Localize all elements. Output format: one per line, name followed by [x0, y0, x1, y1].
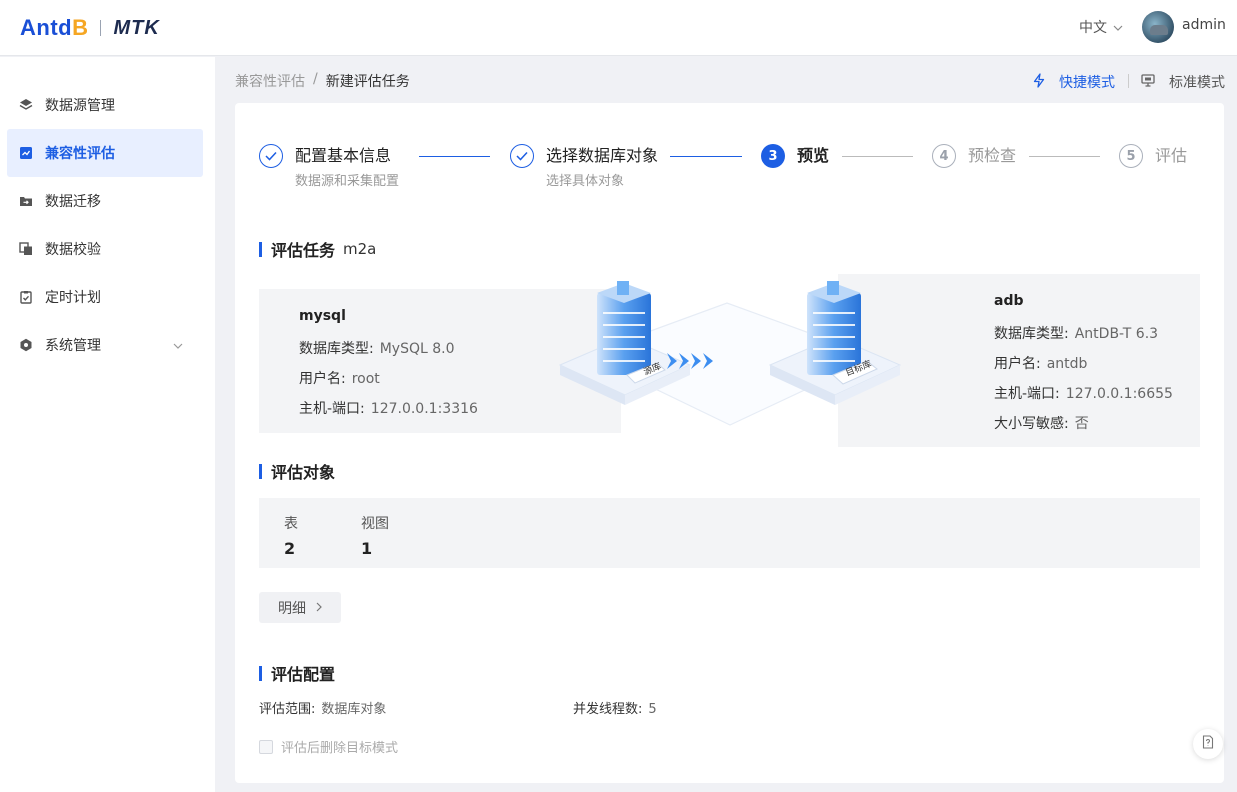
language-label: 中文 [1079, 20, 1107, 36]
quick-mode-button[interactable]: 快捷模式 [1033, 72, 1115, 92]
document-icon [1202, 735, 1214, 753]
sidebar-item-schedule[interactable]: 定时计划 [7, 273, 203, 321]
drop-target-schema-checkbox[interactable]: 评估后删除目标模式 [259, 737, 398, 756]
section-marker [259, 665, 262, 681]
step-number: 5 [1119, 144, 1143, 168]
layers-icon [19, 98, 33, 112]
step-connector [842, 156, 913, 157]
monitor-icon [1141, 73, 1155, 91]
standard-mode-button[interactable]: 标准模式 [1141, 72, 1225, 92]
sidebar-item-migration[interactable]: 数据迁移 [7, 177, 203, 225]
mtk-logo: MTK [113, 16, 160, 39]
sidebar-item-system[interactable]: 系统管理 [7, 321, 203, 369]
view-count-value: 1 [361, 539, 373, 558]
task-name: m2a [343, 240, 377, 258]
breadcrumb-separator: / [313, 71, 318, 87]
sidebar-item-label: 数据校验 [45, 242, 101, 258]
view-count-label: 视图 [361, 516, 389, 532]
step-3: 3 预览 [761, 144, 829, 168]
sidebar-item-datasource[interactable]: 数据源管理 [7, 81, 203, 129]
task-section-heading: 评估任务 m2a [259, 237, 376, 261]
step-title: 选择数据库对象 [546, 146, 659, 165]
folder-arrow-icon [19, 194, 33, 208]
standard-mode-label: 标准模式 [1169, 75, 1225, 91]
sidebar-item-label: 数据迁移 [45, 194, 101, 210]
detail-button[interactable]: 明细 [259, 592, 341, 623]
step-connector [419, 156, 490, 157]
section-marker [259, 463, 262, 479]
section-title: 评估对象 [271, 463, 336, 482]
target-db-name: adb [994, 293, 1024, 309]
source-user: 用户名: root [299, 371, 380, 387]
top-bar: AntdB MTK 中文 admin [0, 0, 1237, 56]
breadcrumb-current: 新建评估任务 [325, 74, 410, 90]
target-db-type: 数据库类型: AntDB-T 6.3 [994, 326, 1159, 342]
avatar[interactable] [1142, 11, 1174, 43]
breadcrumb-parent-link[interactable]: 兼容性评估 [235, 71, 305, 91]
sidebar-item-assessment[interactable]: 兼容性评估 [7, 129, 203, 177]
view-count: 视图 1 [361, 513, 389, 558]
copy-icon [19, 242, 33, 256]
source-db-type: 数据库类型: MySQL 8.0 [299, 341, 455, 357]
target-user: 用户名: antdb [994, 356, 1088, 372]
step-title: 预览 [797, 146, 830, 165]
username[interactable]: admin [1182, 17, 1226, 33]
step-5: 5 评估 [1119, 144, 1187, 168]
sidebar-item-validation[interactable]: 数据校验 [7, 225, 203, 273]
step-number: 3 [761, 144, 785, 168]
check-circle-icon [259, 144, 283, 168]
section-title: 评估配置 [271, 665, 336, 684]
assessment-icon [19, 146, 33, 160]
step-connector [1029, 156, 1100, 157]
target-case-sensitive: 大小写敏感: 否 [994, 416, 1089, 432]
objects-summary-panel [259, 498, 1200, 568]
step-title: 配置基本信息 [295, 146, 392, 165]
config-section-heading: 评估配置 [259, 661, 335, 685]
source-host-port: 主机-端口: 127.0.0.1:3316 [299, 401, 478, 417]
checkbox[interactable] [259, 739, 273, 754]
step-number: 4 [932, 144, 956, 168]
mode-divider [1128, 74, 1129, 88]
check-circle-icon [510, 144, 534, 168]
chevron-down-icon [1113, 19, 1123, 35]
quick-mode-label: 快捷模式 [1059, 75, 1115, 91]
logo-divider [100, 20, 102, 36]
section-title: 评估任务 [271, 241, 336, 260]
checkbox-label: 评估后删除目标模式 [281, 741, 399, 756]
table-count: 表 2 [284, 513, 298, 558]
step-title: 预检查 [968, 146, 1017, 165]
sidebar-item-label: 定时计划 [45, 290, 101, 306]
source-db-name: mysql [299, 308, 346, 324]
chevron-right-icon [316, 600, 322, 616]
sidebar: 数据源管理 兼容性评估 数据迁移 数据校验 定时计划 系统管理 [0, 57, 215, 792]
assessment-scope: 评估范围: 数据库对象 [259, 702, 387, 717]
objects-section-heading: 评估对象 [259, 459, 335, 483]
clipboard-check-icon [19, 290, 33, 304]
document-help-button[interactable] [1193, 729, 1223, 759]
sidebar-item-label: 数据源管理 [45, 98, 115, 114]
section-marker [259, 241, 262, 257]
chevron-down-icon [173, 337, 183, 353]
concurrent-threads: 并发线程数: 5 [573, 702, 657, 717]
breadcrumb: 兼容性评估 / 新建评估任务 [235, 71, 410, 91]
table-count-value: 2 [284, 539, 296, 558]
migration-illustration: 源库 目标库 [558, 281, 902, 426]
step-description: 选择具体对象 [546, 174, 625, 189]
language-selector[interactable]: 中文 [1079, 17, 1123, 37]
step-description: 数据源和采集配置 [295, 174, 400, 189]
hexagon-gear-icon [19, 338, 33, 352]
step-1: 配置基本信息 数据源和采集配置 [259, 144, 399, 189]
sidebar-item-label: 系统管理 [45, 338, 101, 354]
step-title: 评估 [1155, 146, 1188, 165]
step-2: 选择数据库对象 选择具体对象 [510, 144, 658, 189]
step-4: 4 预检查 [932, 144, 1016, 168]
target-host-port: 主机-端口: 127.0.0.1:6655 [994, 386, 1173, 402]
step-connector [670, 156, 742, 157]
sidebar-item-label: 兼容性评估 [45, 146, 115, 162]
antdb-logo: AntdB [20, 15, 89, 40]
table-count-label: 表 [284, 516, 298, 532]
app-logo[interactable]: AntdB MTK [20, 14, 160, 42]
detail-button-label: 明细 [278, 600, 306, 617]
lightning-icon [1033, 72, 1045, 92]
